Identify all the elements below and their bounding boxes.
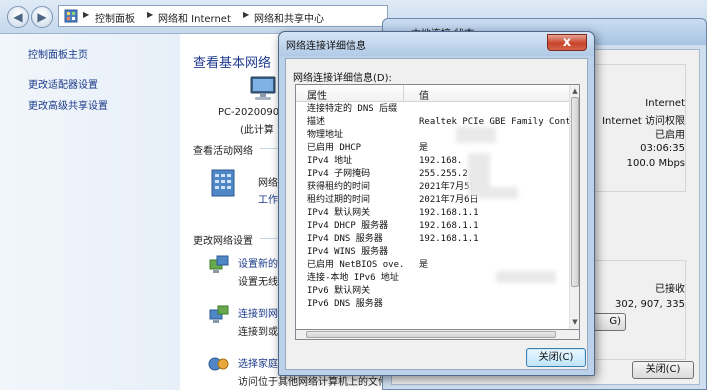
control-panel-icon	[64, 9, 78, 23]
property-cell: IPv4 WINS 服务器	[307, 247, 389, 257]
scroll-thumb[interactable]	[571, 97, 579, 287]
list-row[interactable]: IPv4 地址 192.168.	[296, 155, 571, 168]
task-homegroup-link[interactable]: 选择家庭	[238, 355, 278, 370]
task-setup-connection-desc: 设置无线	[238, 277, 278, 288]
forward-button[interactable]: ▶	[31, 6, 53, 28]
breadcrumb-item-control-panel[interactable]: 控制面板	[95, 10, 135, 25]
task-connect-network-link[interactable]: 连接到网	[238, 305, 278, 320]
page-title: 查看基本网络	[193, 56, 272, 71]
change-adapter-settings-link[interactable]: 更改适配器设置	[28, 76, 98, 91]
list-header: 属性 值	[296, 85, 571, 102]
column-header-value[interactable]: 值	[419, 87, 429, 102]
change-settings-title: 更改网络设置	[193, 236, 253, 247]
this-computer-label: (此计算	[240, 125, 274, 136]
homegroup-icon	[208, 357, 229, 371]
list-row[interactable]: IPv6 默认网关	[296, 285, 571, 298]
change-advanced-sharing-link[interactable]: 更改高级共享设置	[28, 97, 108, 112]
property-cell: 已启用 NetBIOS ove...	[307, 260, 403, 270]
details-list-label: 网络连接详细信息(D):	[293, 73, 392, 84]
list-row[interactable]: 已启用 DHCP 是	[296, 142, 571, 155]
value-cell: 192.168.1.1	[419, 208, 479, 218]
left-task-panel: 控制面板主页 更改适配器设置 更改高级共享设置	[0, 34, 180, 390]
network-type-link[interactable]: 工作	[258, 191, 278, 206]
breadcrumb-item-network-internet[interactable]: 网络和 Internet	[158, 10, 231, 25]
property-cell: IPv4 DHCP 服务器	[307, 221, 389, 231]
list-row[interactable]: 描述 Realtek PCIe GBE Family Contro	[296, 116, 571, 129]
breadcrumb-item-sharing-center[interactable]: 网络和共享中心	[254, 10, 324, 25]
list-row[interactable]: IPv4 默认网关 192.168.1.1	[296, 207, 571, 220]
status-close-button[interactable]: 关闭(C)	[632, 361, 694, 379]
list-row[interactable]: 租约过期的时间 2021年7月6日	[296, 194, 571, 207]
address-bar[interactable]: ▶ 控制面板 ▶ 网络和 Internet ▶ 网络和共享中心	[58, 5, 388, 27]
property-cell: IPv6 DNS 服务器	[307, 299, 383, 309]
dialog-title: 网络连接详细信息	[286, 41, 366, 52]
property-cell: IPv6 默认网关	[307, 286, 371, 296]
back-button[interactable]: ◀	[7, 6, 29, 28]
column-header-property[interactable]: 属性	[307, 87, 327, 102]
list-row[interactable]: IPv4 子网掩码 255.255.2	[296, 168, 571, 181]
divider	[260, 148, 278, 149]
scroll-down-icon[interactable]: ▼	[571, 317, 579, 327]
connect-network-icon	[209, 305, 229, 323]
list-row[interactable]: IPv4 DNS 服务器 192.168.1.1	[296, 233, 571, 246]
property-cell: 物理地址	[307, 130, 344, 140]
pc-name-label: PC-2020090	[218, 107, 280, 118]
horizontal-scrollbar[interactable]	[295, 330, 580, 340]
scroll-thumb[interactable]	[306, 331, 556, 338]
property-cell: 描述	[307, 117, 326, 127]
network-building-icon	[211, 169, 235, 197]
value-cell: 255.255.2	[419, 169, 468, 179]
privacy-blur	[478, 187, 518, 199]
breadcrumb-chevron-icon: ▶	[147, 10, 154, 19]
list-row[interactable]: IPv6 DNS 服务器	[296, 298, 571, 311]
breadcrumb-chevron-icon: ▶	[243, 10, 250, 19]
list-row[interactable]: IPv4 WINS 服务器	[296, 246, 571, 259]
duration-value: 03:06:35	[640, 143, 685, 154]
list-row[interactable]: 连接特定的 DNS 后缀	[296, 103, 571, 116]
list-row[interactable]: IPv4 DHCP 服务器 192.168.1.1	[296, 220, 571, 233]
control-panel-home-link[interactable]: 控制面板主页	[28, 46, 88, 61]
value-cell: 192.168.1.1	[419, 234, 479, 244]
value-cell: 192.168.1.1	[419, 221, 479, 231]
vertical-scrollbar[interactable]: ▲ ▼	[569, 85, 579, 329]
bytes-received-value: 302, 907, 335	[615, 299, 685, 310]
column-divider[interactable]	[403, 85, 404, 101]
details-panel: 网络连接详细信息(D): 属性 值 连接特定的 DNS 后缀 描述 Realtek…	[285, 58, 588, 370]
active-networks-title: 查看活动网络	[193, 146, 253, 157]
property-cell: 已启用 DHCP	[307, 143, 362, 153]
property-cell: 获得租约的时间	[307, 182, 371, 192]
property-cell: IPv4 DNS 服务器	[307, 234, 383, 244]
property-cell: IPv4 子网掩码	[307, 169, 371, 179]
property-cell: 连接-本地 IPv6 地址	[307, 273, 399, 283]
received-label: 已接收	[655, 284, 685, 295]
list-row[interactable]: 物理地址	[296, 129, 571, 142]
task-setup-connection-link[interactable]: 设置新的	[238, 255, 278, 270]
value-cell: 192.168.	[419, 156, 463, 166]
speed-value: 100.0 Mbps	[626, 158, 685, 169]
property-cell: 连接特定的 DNS 后缀	[307, 104, 398, 114]
property-cell: IPv4 默认网关	[307, 208, 371, 218]
computer-icon	[250, 76, 276, 100]
divider	[260, 238, 278, 239]
privacy-blur	[496, 271, 556, 283]
media-state-value: 已启用	[655, 130, 685, 141]
close-icon[interactable]: x	[547, 34, 587, 51]
ipv4-connectivity-value: Internet	[645, 98, 685, 109]
setup-network-icon	[209, 255, 229, 273]
scroll-up-icon[interactable]: ▲	[571, 86, 579, 96]
details-list[interactable]: 属性 值 连接特定的 DNS 后缀 描述 Realtek PCIe GBE Fam…	[295, 84, 580, 330]
task-connect-network-desc: 连接到或	[238, 327, 278, 338]
list-row[interactable]: 获得租约的时间 2021年7月5日	[296, 181, 571, 194]
network-name-label: 网络	[258, 178, 278, 189]
breadcrumb-chevron-icon: ▶	[83, 10, 90, 19]
network-connection-details-dialog: 网络连接详细信息 x 网络连接详细信息(D): 属性 值 连接特定的 DNS 后…	[278, 31, 595, 376]
value-cell: 是	[419, 143, 429, 153]
ipv6-connectivity-value: Internet 访问权限	[602, 116, 685, 127]
property-cell: IPv4 地址	[307, 156, 353, 166]
privacy-blur	[456, 127, 496, 143]
property-cell: 租约过期的时间	[307, 195, 371, 205]
details-close-button[interactable]: 关闭(C)	[526, 348, 586, 367]
